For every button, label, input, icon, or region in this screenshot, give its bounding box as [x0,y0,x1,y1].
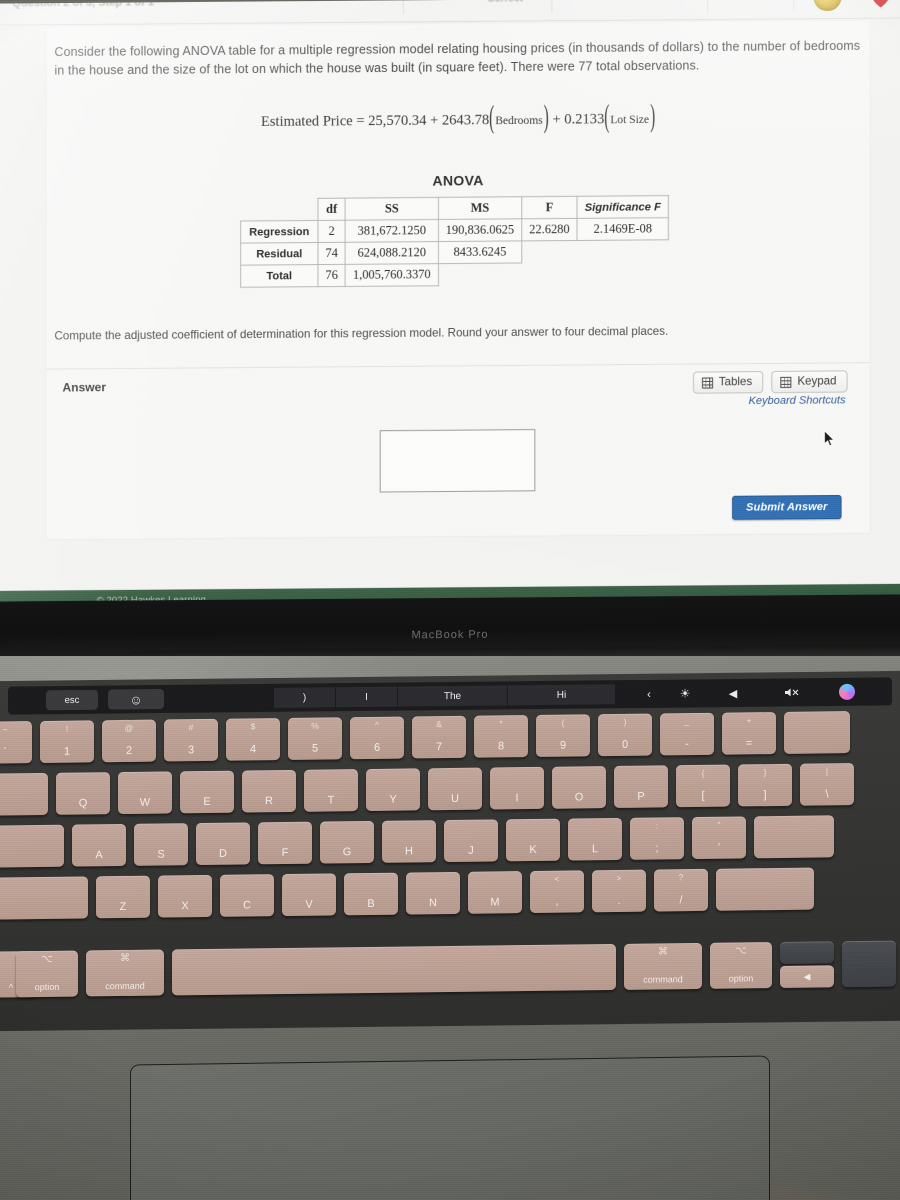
key-backslash[interactable]: | \ [800,763,854,806]
screenshot-root: Question 2 of 5, Step 1 of 1 Correct Con… [0,0,900,1200]
key-6[interactable]: ^ 6 [350,716,404,760]
key-option-right[interactable]: ⌥ option [710,942,772,989]
key-s[interactable]: S [134,823,188,866]
key-k[interactable]: K [506,818,560,862]
touchbar-prediction-1[interactable]: I [336,686,398,708]
key-space[interactable] [172,943,616,996]
touchbar-prediction-0[interactable]: ) [274,687,336,708]
key-bracket-left[interactable]: {[ [676,764,730,808]
key-f[interactable]: F [258,821,312,865]
brightness-icon[interactable]: ☀ [672,683,698,703]
key-minus[interactable]: _ - [660,712,714,756]
trackpad[interactable] [130,1055,770,1200]
answer-input[interactable] [379,429,536,493]
key-u[interactable]: U [428,767,482,811]
emoji-face-icon[interactable]: ☺ [108,688,164,710]
key-o[interactable]: O [552,766,606,809]
key-x[interactable]: X [158,874,212,918]
key-5[interactable]: % 5 [288,717,342,760]
key-i[interactable]: I [490,766,544,810]
key-m[interactable]: M [468,871,522,914]
keyboard: ~ ` ! 1 @2 #3 $4 % 5 ^ 6 & 7 * 8 (9 ) 0 _ - + = Q… [0,0,900,998]
key-backtick[interactable]: ~ ` [0,721,32,764]
key-r[interactable]: R [242,769,296,813]
touchbar-prediction-3[interactable]: Hi [508,684,616,706]
key-delete[interactable] [784,711,850,754]
key-shift-right[interactable] [716,867,814,911]
key-shift-left[interactable] [0,876,88,920]
key-tab[interactable] [0,772,48,816]
key-equals[interactable]: + = [722,712,776,755]
key-comma[interactable]: <, [530,870,584,914]
mute-icon[interactable] [778,682,806,702]
key-arrow-right[interactable] [842,940,896,988]
submit-answer-button[interactable]: Submit Answer [732,494,842,520]
key-return[interactable] [754,815,834,859]
key-command-right[interactable]: ⌘ command [624,942,702,990]
key-4[interactable]: $4 [226,718,280,761]
touchbar-esc-key[interactable]: esc [46,689,98,711]
key-period[interactable]: >. [592,869,646,913]
key-0[interactable]: ) 0 [598,713,652,757]
volume-icon[interactable]: ◀ [720,683,746,703]
key-z[interactable]: Z [96,875,150,919]
key-semicolon[interactable]: :; [630,817,684,860]
key-7[interactable]: & 7 [412,715,466,759]
key-bracket-right[interactable]: }] [738,763,792,807]
key-quote[interactable]: " ' [692,816,746,860]
key-n[interactable]: N [406,871,460,915]
key-1[interactable]: ! 1 [40,720,94,764]
key-c[interactable]: C [220,874,274,917]
key-option-left[interactable]: ⌥ option [16,950,78,998]
key-arrow-down[interactable]: ◀ [780,965,834,988]
key-d[interactable]: D [196,822,250,866]
key-j[interactable]: J [444,819,498,863]
key-g[interactable]: G [320,820,374,864]
chevron-left-icon[interactable]: ‹ [636,684,662,704]
key-b[interactable]: B [344,872,398,916]
key-h[interactable]: H [382,820,436,863]
laptop-photo-scene: Question 2 of 5, Step 1 of 1 Correct Con… [0,0,900,1200]
siri-icon[interactable] [834,682,860,702]
key-t[interactable]: T [304,769,358,812]
key-l[interactable]: L [568,817,622,861]
key-w[interactable]: W [118,771,172,815]
key-3[interactable]: #3 [164,718,218,762]
key-e[interactable]: E [180,770,234,814]
key-arrow-up[interactable] [780,941,834,964]
key-2[interactable]: @2 [102,719,156,763]
key-p[interactable]: P [614,765,668,808]
key-q[interactable]: Q [56,772,110,815]
key-v[interactable]: V [282,873,336,917]
key-8[interactable]: * 8 [474,715,528,758]
key-command-left[interactable]: ⌘ command [86,949,164,997]
mouse-cursor-icon [823,429,835,448]
key-slash[interactable]: ? / [654,868,708,912]
touchbar-prediction-2[interactable]: The [398,685,508,707]
key-9[interactable]: (9 [536,714,590,757]
key-caps-lock[interactable] [0,824,64,868]
key-a[interactable]: A [72,823,126,867]
key-y[interactable]: Y [366,768,420,812]
